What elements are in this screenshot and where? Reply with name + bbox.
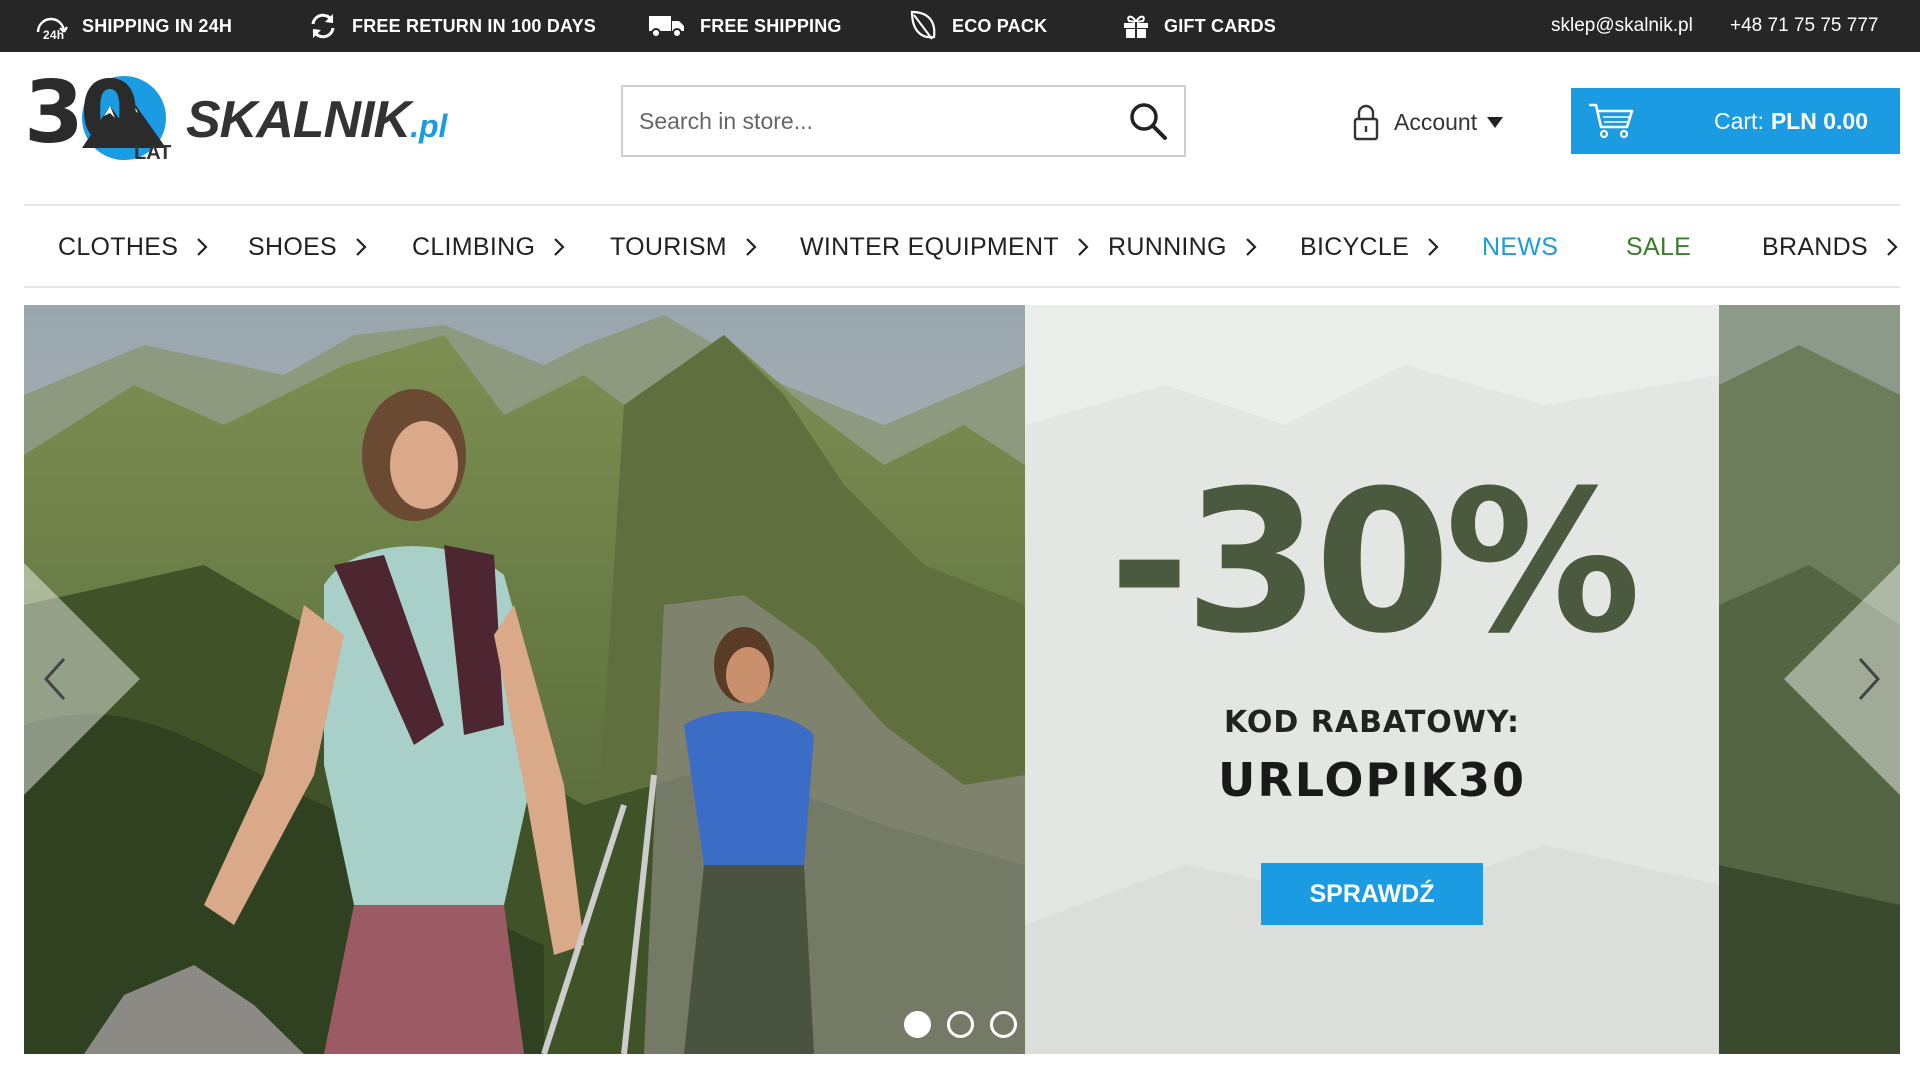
gift-icon [1124,15,1148,38]
chevron-right-icon [554,238,565,256]
cart-summary: Cart: PLN 0.00 [1714,88,1868,154]
nav-item-climbing[interactable]: CLIMBING [412,206,565,288]
nav-item-running[interactable]: RUNNING [1108,206,1257,288]
topbar-item-label: FREE SHIPPING [700,15,842,36]
topbar-free-return[interactable]: FREE RETURN IN 100 DAYS [308,0,596,52]
promo-code: URLOPIK30 [1217,753,1527,807]
topbar-phone-link[interactable]: +48 71 75 75 777 [1730,0,1878,52]
main-nav: CLOTHES SHOES CLIMBING TOURISM WINTER EQ… [0,206,1920,288]
svg-text:24h: 24h [43,28,64,42]
promo-panel[interactable]: -30% KOD RABATOWY: URLOPIK30 SPRAWDŹ [1025,305,1719,1054]
return-arrows-icon [311,13,335,39]
slider-prev-button[interactable] [24,563,140,795]
site-logo[interactable]: 30 LAT SKALNIK.pl [24,70,447,166]
nav-item-label: NEWS [1482,232,1559,261]
cart-amount: PLN 0.00 [1770,107,1868,134]
nav-item-label: SALE [1626,232,1692,261]
cart-button[interactable]: Cart: PLN 0.00 [1571,88,1900,154]
slider-pagination [904,1011,1017,1038]
search-icon [1130,103,1167,140]
chevron-right-icon [1078,238,1089,256]
chevron-right-icon [1245,238,1257,256]
topbar-free-shipping[interactable]: FREE SHIPPING [648,0,842,52]
account-menu[interactable]: Account [1352,100,1504,144]
nav-item-clothes[interactable]: CLOTHES [58,206,208,288]
logo-brand: SKALNIK [186,91,411,149]
search-box [621,85,1186,157]
chevron-right-icon [746,238,757,256]
nav-item-sale[interactable]: SALE [1626,206,1691,288]
nav-item-label: WINTER EQUIPMENT [800,232,1059,261]
topbar-item-label: GIFT CARDS [1164,15,1276,36]
truck-icon [649,16,684,38]
chevron-right-icon [1428,238,1439,256]
nav-item-label: BICYCLE [1300,232,1410,261]
chevron-right-icon [356,238,367,256]
topbar-shipping-24h[interactable]: 24h SHIPPING IN 24H [34,0,232,52]
slider-next-button[interactable] [1784,563,1900,795]
chevron-right-icon [197,238,208,256]
hero-photo-illustration [24,305,1025,1054]
topbar-gift-cards[interactable]: GIFT CARDS [1122,0,1276,52]
leaf-icon [910,10,936,40]
nav-divider-bottom [24,286,1900,288]
chevron-right-icon [1784,563,1900,795]
caret-down-icon [1487,116,1504,128]
nav-item-label: CLIMBING [412,232,536,261]
slider-dot-3[interactable] [990,1011,1017,1038]
logo-lat: LAT [134,142,172,164]
cart-icon [1589,103,1634,139]
chevron-right-icon [1887,238,1898,256]
hero-slider: -30% KOD RABATOWY: URLOPIK30 SPRAWDŹ [24,305,1900,1054]
nav-item-label: TOURISM [610,232,727,261]
nav-item-news[interactable]: NEWS [1482,206,1558,288]
slider-dot-2[interactable] [947,1011,974,1038]
chevron-left-icon [24,563,140,795]
search-input[interactable] [623,87,1103,155]
logo-number: 30 [24,63,140,163]
lock-icon [1353,104,1379,141]
shipping-24h-icon: 24h [36,17,68,42]
topbar-item-label: SHIPPING IN 24H [82,15,233,36]
nav-item-winter-equipment[interactable]: WINTER EQUIPMENT [800,206,1089,288]
topbar-eco-pack[interactable]: ECO PACK [908,0,1047,52]
topbar-item-label: FREE RETURN IN 100 DAYS [352,15,596,36]
slider-dot-1[interactable] [904,1011,931,1038]
nav-item-label: SHOES [248,232,338,261]
promo-background [1025,305,1719,1054]
nav-item-shoes[interactable]: SHOES [248,206,367,288]
topbar-email-link[interactable]: sklep@skalnik.pl [1551,0,1693,52]
logo-domain: .pl [410,108,448,144]
nav-item-label: BRANDS [1762,232,1868,261]
logo-wordmark: SKALNIK.pl [186,90,447,150]
promo-code-label: KOD RABATOWY: [1224,705,1520,740]
nav-item-label: RUNNING [1108,232,1227,261]
top-bar: 24h SHIPPING IN 24H FREE RETURN IN 100 D… [0,0,1920,52]
cart-label: Cart: [1714,107,1764,134]
hero-photo [24,305,1025,1054]
nav-item-tourism[interactable]: TOURISM [610,206,757,288]
topbar-item-label: ECO PACK [952,15,1048,36]
account-label: Account [1394,108,1478,135]
nav-item-brands[interactable]: BRANDS [1762,206,1898,288]
promo-discount: -30% [1108,449,1641,677]
search-button[interactable] [1126,99,1170,143]
promo-check-button[interactable]: SPRAWDŹ [1261,863,1483,925]
nav-item-bicycle[interactable]: BICYCLE [1300,206,1439,288]
nav-item-label: CLOTHES [58,232,179,261]
